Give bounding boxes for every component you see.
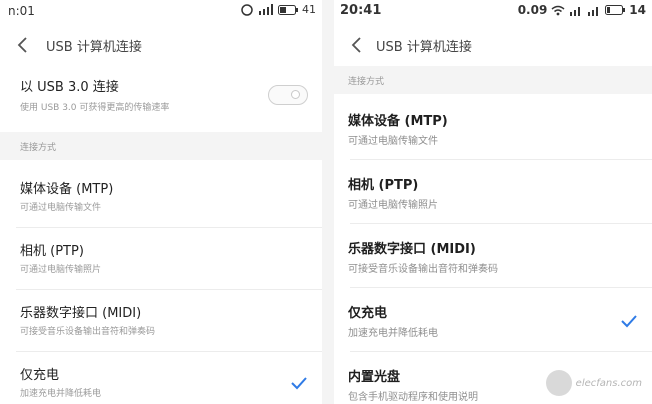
option-charge-only[interactable]: 仅充电 加速充电并降低耗电 [334, 290, 652, 352]
section-header: 连接方式 [0, 132, 322, 160]
option-subtitle: 可通过电脑传输文件 [20, 203, 102, 213]
option-subtitle: 加速充电并降低耗电 [20, 389, 102, 399]
panel-gutter [322, 0, 334, 404]
notification-icon [241, 3, 253, 16]
battery-icon [278, 4, 298, 15]
option-title: 媒体设备 (MTP) [20, 182, 114, 197]
data-rate: 0.09 [517, 3, 548, 17]
checkmark-icon [621, 315, 637, 328]
option-title: 乐器数字接口 (MIDI) [20, 306, 142, 321]
wifi-icon [551, 5, 565, 15]
option-subtitle: 可通过电脑传输文件 [348, 136, 438, 147]
divider [350, 351, 652, 352]
section-label: 连接方式 [348, 77, 385, 87]
battery-icon [605, 5, 626, 15]
page-title: USB 计算机连接 [376, 40, 472, 55]
checkmark-icon [291, 377, 307, 390]
battery-level: 41 [302, 3, 316, 16]
status-bar: 20:41 0.09 14 [334, 0, 652, 26]
watermark: elecfans.com [545, 370, 642, 396]
status-icons: 41 [240, 3, 316, 16]
option-title: 相机 (PTP) [348, 178, 419, 193]
back-arrow-icon[interactable] [14, 35, 32, 55]
option-title: 仅充电 [348, 306, 388, 321]
signal-icon-2 [588, 6, 599, 16]
option-subtitle: 可通过电脑传输照片 [20, 265, 102, 275]
option-subtitle: 包含手机驱动程序和使用说明 [348, 392, 478, 403]
divider [350, 287, 652, 288]
usb3-subtitle: 使用 USB 3.0 可获得更高的传输速率 [20, 103, 170, 113]
section-label: 连接方式 [20, 143, 57, 153]
option-subtitle: 可接受音乐设备输出音符和弹奏码 [20, 327, 156, 337]
option-ptp[interactable]: 相机 (PTP) 可通过电脑传输照片 [334, 162, 652, 224]
option-title: 仅充电 [20, 368, 60, 383]
left-phone-screen: n:01 41 USB 计算机连接 以 USB 3.0 连接 使用 USB 3.… [0, 0, 322, 404]
status-icons: 0.09 14 [518, 3, 646, 17]
option-charge-only[interactable]: 仅充电 加速充电并降低耗电 [0, 352, 322, 404]
divider [350, 223, 652, 224]
status-time: 20:41 [340, 3, 382, 18]
battery-level: 14 [629, 3, 646, 17]
option-title: 相机 (PTP) [20, 244, 84, 259]
watermark-text: elecfans.com [575, 377, 642, 389]
title-bar: USB 计算机连接 [0, 28, 322, 62]
option-mtp[interactable]: 媒体设备 (MTP) 可通过电脑传输文件 [334, 98, 652, 160]
usb3-toggle-row[interactable]: 以 USB 3.0 连接 使用 USB 3.0 可获得更高的传输速率 [0, 68, 322, 124]
section-header: 连接方式 [334, 66, 652, 94]
option-title: 媒体设备 (MTP) [348, 114, 448, 129]
option-subtitle: 加速充电并降低耗电 [348, 328, 438, 339]
watermark-logo-icon [545, 370, 572, 396]
toggle-knob [291, 90, 300, 99]
right-phone-screen: 20:41 0.09 14 USB 计算机连接 连接方式 媒体设备 (MTP) … [334, 0, 652, 404]
title-bar: USB 计算机连接 [334, 28, 652, 62]
option-midi[interactable]: 乐器数字接口 (MIDI) 可接受音乐设备输出音符和弹奏码 [0, 290, 322, 352]
option-title: 内置光盘 [348, 370, 401, 385]
usb3-toggle[interactable] [268, 85, 308, 105]
status-time: n:01 [8, 4, 35, 18]
signal-icon [570, 6, 581, 16]
back-arrow-icon[interactable] [348, 35, 366, 55]
signal-icon [259, 4, 273, 15]
option-subtitle: 可接受音乐设备输出音符和弹奏码 [348, 264, 498, 275]
option-title: 乐器数字接口 (MIDI) [348, 242, 476, 257]
divider [350, 159, 652, 160]
page-title: USB 计算机连接 [46, 40, 142, 55]
option-midi[interactable]: 乐器数字接口 (MIDI) 可接受音乐设备输出音符和弹奏码 [334, 226, 652, 288]
option-subtitle: 可通过电脑传输照片 [348, 200, 438, 211]
status-bar: n:01 41 [0, 0, 322, 26]
usb3-title: 以 USB 3.0 连接 [20, 80, 119, 95]
option-mtp[interactable]: 媒体设备 (MTP) 可通过电脑传输文件 [0, 166, 322, 228]
option-ptp[interactable]: 相机 (PTP) 可通过电脑传输照片 [0, 228, 322, 290]
